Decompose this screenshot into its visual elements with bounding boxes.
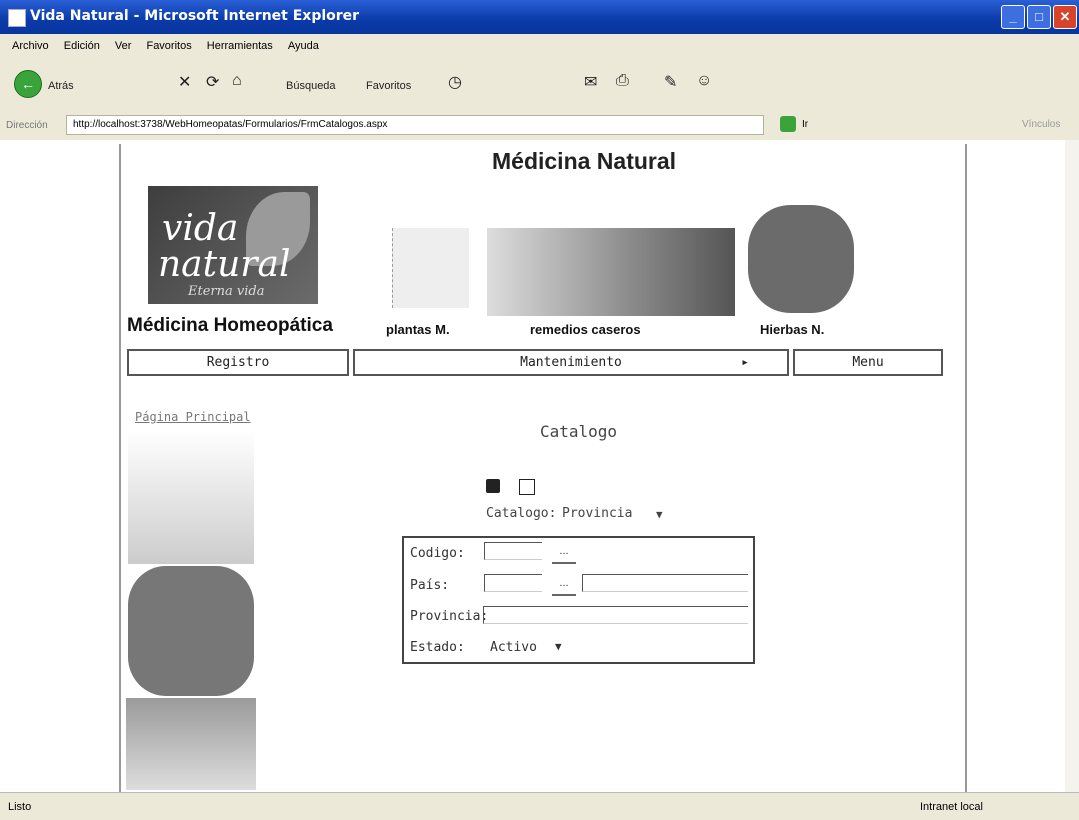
save-icon[interactable] xyxy=(486,479,500,493)
estado-select[interactable]: Activo xyxy=(490,640,537,655)
title-bar: Vida Natural - Microsoft Internet Explor… xyxy=(0,0,1079,34)
menu-favoritos[interactable]: Favoritos xyxy=(146,40,191,52)
status-text: Listo xyxy=(8,801,32,813)
mail-icon[interactable]: ✉ xyxy=(584,72,597,92)
yoga-image xyxy=(128,430,254,564)
print-icon[interactable]: ⎙ xyxy=(616,72,629,90)
menu-archivo[interactable]: Archivo xyxy=(12,40,49,52)
vida-natural-logo: vida natural Eterna vida xyxy=(148,186,318,304)
herbs-image xyxy=(748,205,854,313)
chevron-down-icon[interactable]: ▼ xyxy=(656,508,663,521)
pais-code-input[interactable] xyxy=(484,574,542,592)
address-label: Dirección xyxy=(6,120,48,131)
maximize-button[interactable]: □ xyxy=(1027,5,1051,29)
menu-bar: Archivo Edición Ver Favoritos Herramient… xyxy=(0,34,1079,58)
refresh-icon[interactable]: ⟳ xyxy=(206,72,219,92)
logo-line2: natural xyxy=(158,244,291,285)
menu-ayuda[interactable]: Ayuda xyxy=(288,40,319,52)
remedies-image xyxy=(487,228,735,316)
ie-window-icon xyxy=(8,9,26,27)
codigo-lookup-button[interactable]: ... xyxy=(552,544,576,564)
vertical-scrollbar[interactable] xyxy=(1065,140,1079,792)
search-button-label[interactable]: Búsqueda xyxy=(286,80,336,92)
history-icon[interactable]: ◷ xyxy=(448,72,462,92)
new-document-icon[interactable] xyxy=(519,479,535,495)
address-bar: Dirección http://localhost:3738/WebHomeo… xyxy=(0,110,1079,141)
nav-registro[interactable]: Registro xyxy=(127,349,349,376)
stop-icon[interactable]: ✕ xyxy=(178,72,191,92)
provincia-input[interactable] xyxy=(483,606,748,624)
catalog-select-label: Catalogo: xyxy=(486,506,557,521)
chevron-down-icon[interactable]: ▼ xyxy=(555,640,562,653)
page-title: Catalogo xyxy=(540,422,618,441)
menu-herramientas[interactable]: Herramientas xyxy=(207,40,273,52)
subtitle: Médicina Homeopática xyxy=(127,315,333,336)
messenger-icon[interactable]: ☺ xyxy=(696,72,712,90)
menu-ver[interactable]: Ver xyxy=(115,40,132,52)
back-button-label[interactable]: Atrás xyxy=(48,80,74,92)
codigo-label: Codigo: xyxy=(410,546,465,561)
plant-image xyxy=(392,228,469,308)
page-header: Médicina Natural xyxy=(492,148,677,174)
security-zone: Intranet local xyxy=(920,801,983,813)
provincia-label: Provincia: xyxy=(410,609,489,624)
sky-image xyxy=(126,698,256,790)
codigo-input[interactable] xyxy=(484,542,542,560)
home-page-link[interactable]: Página Principal xyxy=(135,410,251,424)
home-icon[interactable]: ⌂ xyxy=(232,72,242,90)
image-label-plantas: plantas M. xyxy=(386,322,450,337)
submenu-arrow-icon: ▸ xyxy=(741,355,749,370)
pais-lookup-button[interactable]: ... xyxy=(552,576,576,596)
go-arrow-icon[interactable] xyxy=(780,116,796,132)
toolbar: ← Atrás ✕ ⟳ ⌂ Búsqueda Favoritos ◷ ✉ ⎙ ✎… xyxy=(0,58,1079,111)
logo-line1: vida xyxy=(162,208,239,249)
window-title: Vida Natural - Microsoft Internet Explor… xyxy=(30,8,360,24)
image-label-remedios: remedios caseros xyxy=(530,322,641,337)
status-bar: Listo Intranet local xyxy=(0,792,1079,820)
estado-label: Estado: xyxy=(410,640,465,655)
pais-name-input[interactable] xyxy=(582,574,748,592)
address-input[interactable]: http://localhost:3738/WebHomeopatas/Form… xyxy=(66,115,764,135)
menu-edicion[interactable]: Edición xyxy=(64,40,100,52)
go-button-label[interactable]: Ir xyxy=(802,119,808,130)
back-arrow-icon[interactable]: ← xyxy=(14,70,42,98)
close-button[interactable]: ✕ xyxy=(1053,5,1077,29)
favorites-button-label[interactable]: Favoritos xyxy=(366,80,411,92)
nav-mantenimiento[interactable]: Mantenimiento ▸ xyxy=(353,349,789,376)
logo-tagline: Eterna vida xyxy=(188,284,265,299)
catalog-select-value[interactable]: Provincia xyxy=(562,506,632,521)
image-label-hierbas: Hierbas N. xyxy=(760,322,825,337)
nav-mantenimiento-label: Mantenimiento xyxy=(520,355,622,370)
herbs-bowl-image xyxy=(128,566,254,696)
edit-icon[interactable]: ✎ xyxy=(664,72,677,92)
pais-label: País: xyxy=(410,578,450,593)
nav-menu[interactable]: Menu xyxy=(793,349,943,376)
links-label[interactable]: Vínculos xyxy=(1022,119,1060,130)
minimize-button[interactable]: _ xyxy=(1001,5,1025,29)
